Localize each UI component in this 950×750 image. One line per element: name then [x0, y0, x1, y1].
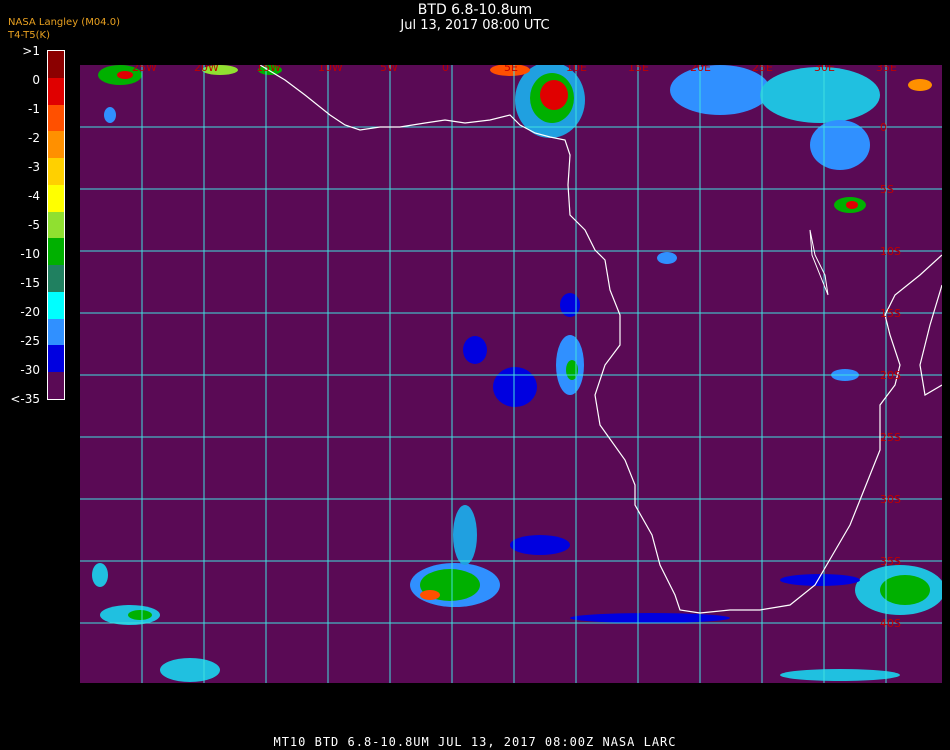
longitude-label: 5W	[380, 65, 398, 74]
longitude-label: 10E	[566, 65, 587, 74]
longitude-label: 20W	[194, 65, 219, 74]
colorbar	[47, 50, 65, 400]
colorbar-label: -1	[28, 102, 40, 116]
footer: MT10 BTD 6.8-10.8UM JUL 13, 2017 08:00Z …	[273, 735, 677, 749]
longitude-label: 35E	[876, 65, 897, 74]
cloud-features	[92, 65, 942, 682]
colorbar-label: 0	[32, 73, 40, 87]
colorbar-label: -25	[20, 334, 40, 348]
credit-line2: T4-T5(K)	[8, 30, 50, 41]
colorbar-swatch	[48, 238, 64, 266]
longitude-label: 15E	[628, 65, 649, 74]
colorbar-swatch	[48, 131, 64, 159]
colorbar-swatch	[48, 345, 64, 373]
latitude-label: 15S	[880, 307, 901, 320]
latitude-label: 30S	[880, 493, 901, 506]
colorbar-swatch	[48, 211, 64, 239]
longitude-label: 30E	[814, 65, 835, 74]
colorbar-label: <-35	[10, 392, 40, 406]
latitude-label: 25S	[880, 431, 901, 444]
latitude-label: 35S	[880, 555, 901, 568]
longitude-labels: 25W 20W 15W 10W 5W 0 5E 10E 15E 20E 25E 30E 35E	[132, 65, 897, 74]
colorbar-swatch	[48, 158, 64, 186]
colorbar-swatch	[48, 184, 64, 212]
colorbar-label: -3	[28, 160, 40, 174]
title: BTD 6.8-10.8um	[417, 2, 533, 18]
madagascar-coastline	[919, 284, 942, 396]
latitude-label: 40S	[880, 617, 901, 630]
latitude-label: 0	[880, 121, 887, 134]
colorbar-label: >1	[22, 44, 40, 58]
map-svg: 25W 20W 15W 10W 5W 0 5E 10E 15E 20E 25E 30E 35E 0 5S 1…	[80, 65, 942, 683]
colorbar-label: -15	[20, 276, 40, 290]
longitude-label: 25E	[752, 65, 773, 74]
latitude-label: 5S	[880, 183, 894, 196]
latitude-label: 20S	[880, 369, 901, 382]
colorbar-swatch	[48, 372, 64, 400]
colorbar-label: -2	[28, 131, 40, 145]
longitude-label: 15W	[256, 65, 281, 74]
colorbar-swatch	[48, 51, 64, 78]
longitude-label: 20E	[690, 65, 711, 74]
colorbar-swatch	[48, 318, 64, 346]
longitude-label: 25W	[132, 65, 157, 74]
colorbar-swatch	[48, 291, 64, 319]
colorbar-label: -30	[20, 363, 40, 377]
longitude-label: 5E	[504, 65, 518, 74]
lake-coastline	[809, 229, 829, 296]
datetime: Jul 13, 2017 08:00 UTC	[400, 18, 550, 33]
longitude-label: 0	[442, 65, 449, 74]
colorbar-label: -4	[28, 189, 40, 203]
colorbar-swatch	[48, 104, 64, 132]
credit-line1: NASA Langley (M04.0)	[8, 17, 120, 28]
latitude-label: 10S	[880, 245, 901, 258]
longitude-label: 10W	[318, 65, 343, 74]
colorbar-label: -10	[20, 247, 40, 261]
colorbar-label: -20	[20, 305, 40, 319]
colorbar-swatch	[48, 77, 64, 105]
colorbar-label: -5	[28, 218, 40, 232]
colorbar-swatch	[48, 265, 64, 293]
map-panel: 25W 20W 15W 10W 5W 0 5E 10E 15E 20E 25E 30E 35E 0 5S 1…	[80, 65, 942, 683]
credit: NASA Langley (M04.0) T4-T5(K)	[8, 16, 120, 42]
latitude-labels: 0 5S 10S 15S 20S 25S 30S 35S 40S	[880, 121, 901, 630]
